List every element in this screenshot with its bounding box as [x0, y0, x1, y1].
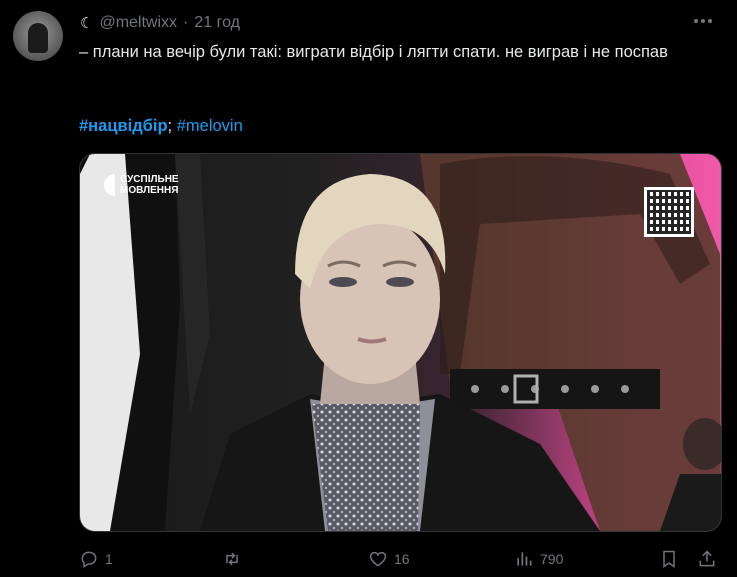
like-count: 16: [394, 551, 410, 567]
heart-icon: [369, 551, 387, 567]
avatar-figure: [28, 23, 48, 53]
reply-button[interactable]: 1: [79, 547, 113, 571]
more-options-icon[interactable]: [688, 10, 718, 32]
media-illustration: [80, 154, 721, 531]
hashtag-link[interactable]: #melovin: [177, 117, 243, 135]
crescent-moon-icon: ☾: [80, 14, 94, 32]
separator-dot: ·: [183, 14, 189, 31]
broadcaster-logo-text: СУСПІЛЬНЕ МОВЛЕННЯ: [120, 174, 179, 196]
qr-code-icon: [644, 187, 694, 237]
hashtag-link[interactable]: #нацвідбір: [79, 117, 168, 135]
bookmark-button[interactable]: [659, 547, 679, 571]
tweet-text: – плани на вечір були такі: виграти відб…: [79, 43, 668, 61]
bookmark-icon: [663, 550, 675, 568]
views-button[interactable]: 790: [514, 547, 563, 571]
retweet-icon: [226, 552, 238, 566]
like-button[interactable]: 16: [368, 547, 410, 571]
reply-icon: [81, 551, 97, 568]
views-bar-chart-icon: [517, 552, 532, 566]
tweet-hashtags: #нацвідбір; #melovin: [79, 114, 243, 138]
tweet: ☾ @meltwixx · 21 год – плани на вечір бу…: [0, 0, 737, 577]
hashtag-separator: ;: [167, 117, 173, 135]
retweet-button[interactable]: [222, 547, 248, 571]
avatar[interactable]: [13, 11, 63, 61]
tweet-time[interactable]: 21 год: [194, 14, 240, 32]
reply-count: 1: [105, 551, 113, 567]
tweet-media-image[interactable]: СУСПІЛЬНЕ МОВЛЕННЯ: [79, 153, 722, 532]
share-icon: [699, 550, 715, 567]
broadcaster-logo-icon: [104, 174, 115, 196]
view-count: 790: [540, 551, 564, 567]
author-handle[interactable]: @meltwixx: [99, 14, 177, 32]
tweet-header: ☾ @meltwixx · 21 год: [80, 13, 240, 33]
share-button[interactable]: [697, 547, 717, 571]
broadcaster-logo: СУСПІЛЬНЕ МОВЛЕННЯ: [104, 174, 182, 196]
tweet-actions: 1 16 790: [79, 547, 719, 571]
